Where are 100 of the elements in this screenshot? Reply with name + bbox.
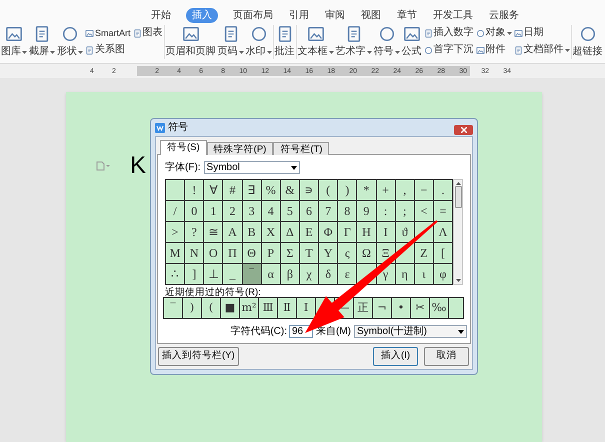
symbol-cell[interactable]: ∀ <box>204 180 224 201</box>
toolbar-button[interactable]: 图表 <box>132 27 163 39</box>
symbol-cell[interactable]: ∃ <box>242 180 262 201</box>
ribbon-tab[interactable]: 视图 <box>360 8 382 22</box>
toolbar-button[interactable]: 形状 <box>56 25 84 58</box>
toolbar-button[interactable]: 对象 <box>476 27 512 39</box>
ribbon-tab[interactable]: 引用 <box>288 8 310 22</box>
symbol-cell[interactable]: ∍ <box>300 180 320 201</box>
symbol-cell[interactable]: ( <box>319 180 338 201</box>
symbol-cell[interactable]: 7 <box>319 201 338 222</box>
toolbar-button[interactable]: SmartArt <box>85 27 131 39</box>
symbol-cell[interactable]: ε <box>338 264 358 285</box>
dialog-tab[interactable]: 符号栏(T) <box>273 142 330 155</box>
symbol-cell[interactable]: Ζ <box>414 243 434 264</box>
symbol-cell[interactable]: Φ <box>319 222 338 243</box>
symbol-cell[interactable]: ⊥ <box>204 264 224 285</box>
toolbar-button[interactable]: 超链接 <box>572 25 604 58</box>
symbol-cell[interactable]: χ <box>300 264 320 285</box>
symbol-cell[interactable]: * <box>357 180 376 201</box>
symbol-cell[interactable]: = <box>434 201 454 222</box>
dialog-tab[interactable]: 符号(S) <box>160 140 207 155</box>
symbol-cell[interactable]: 9 <box>357 201 376 222</box>
symbol-cell[interactable] <box>166 180 186 201</box>
symbol-cell[interactable]: > <box>166 222 186 243</box>
symbol-cell[interactable]: Θ <box>242 243 262 264</box>
symbol-cell[interactable]: β <box>280 264 300 285</box>
symbol-cell[interactable]: 5 <box>280 201 300 222</box>
symbol-cell[interactable]: , <box>396 180 415 201</box>
symbol-cell[interactable]: ( <box>202 298 221 318</box>
symbol-cell[interactable]: • <box>392 298 411 318</box>
scroll-thumb[interactable] <box>454 186 462 208</box>
symbol-cell[interactable]: Γ <box>338 222 358 243</box>
symbol-cell[interactable]: 8 <box>338 201 358 222</box>
symbol-cell[interactable]: / <box>166 201 186 222</box>
symbol-cell[interactable]: ) <box>183 298 202 318</box>
symbol-cell[interactable]: η <box>396 264 415 285</box>
symbol-cell[interactable]: # <box>223 180 243 201</box>
ribbon-tab[interactable]: 章节 <box>396 8 418 22</box>
font-dropdown[interactable]: Symbol <box>204 161 300 174</box>
symbol-cell[interactable]: Η <box>357 222 376 243</box>
symbol-cell[interactable]: ∴ <box>166 264 186 285</box>
symbol-cell[interactable]: ϑ <box>396 222 415 243</box>
toolbar-button[interactable]: 批注 <box>274 25 296 58</box>
symbol-cell[interactable]: ) <box>338 180 358 201</box>
symbol-cell[interactable]: Ω <box>357 243 376 264</box>
symbol-cell[interactable]: Ⅱ <box>278 298 297 318</box>
toolbar-button[interactable]: 符号 <box>372 25 401 58</box>
symbol-cell[interactable]: Μ <box>166 243 186 264</box>
symbol-cell[interactable]: δ <box>319 264 338 285</box>
symbol-cell[interactable]: < <box>414 201 434 222</box>
symbol-cell[interactable]: ≅ <box>204 222 224 243</box>
dialog-tab[interactable]: 特殊字符(P) <box>206 142 274 155</box>
symbol-cell[interactable]: − <box>414 180 434 201</box>
symbol-cell[interactable]: m² <box>240 298 259 318</box>
toolbar-button[interactable]: 页码 <box>216 25 245 58</box>
ribbon-tab[interactable]: 开始 <box>150 8 172 22</box>
symbol-cell[interactable]: Ρ <box>262 243 281 264</box>
toolbar-button[interactable]: 日期 <box>514 27 570 39</box>
symbol-cell[interactable]: ; <box>396 201 415 222</box>
symbol-cell[interactable]: Χ <box>262 222 281 243</box>
symbol-cell[interactable]: Ν <box>185 243 204 264</box>
dialog-button[interactable]: 插入到符号栏(Y) <box>158 347 239 366</box>
symbol-cell[interactable]: Σ <box>280 243 300 264</box>
symbol-cell[interactable]: _ <box>223 264 243 285</box>
symbol-cell[interactable]: 1 <box>204 201 224 222</box>
toolbar-button[interactable]: 截屏 <box>28 25 56 58</box>
symbol-cell[interactable]: ‰ <box>430 298 449 318</box>
symbol-cell[interactable]: 2 <box>223 201 243 222</box>
symbol-cell[interactable]: 正 <box>354 298 373 318</box>
dialog-button[interactable]: 插入(I) <box>373 347 418 366</box>
ribbon-tab[interactable]: 开发工具 <box>432 8 474 22</box>
symbol-cell[interactable]: . <box>434 180 454 201</box>
dialog-button[interactable]: 取消 <box>424 347 469 366</box>
symbol-cell[interactable]: ¬ <box>373 298 392 318</box>
symbol-cell[interactable]: Δ <box>280 222 300 243</box>
symbol-cell[interactable]: Β <box>242 222 262 243</box>
toolbar-button[interactable]: 文档部件 <box>514 44 570 56</box>
symbol-cell[interactable]: Π <box>223 243 243 264</box>
from-dropdown[interactable]: Symbol(十进制) <box>354 325 467 338</box>
toolbar-button[interactable]: 首字下沉 <box>424 44 474 56</box>
ribbon-tab[interactable]: 审阅 <box>324 8 346 22</box>
toolbar-button[interactable]: 图库 <box>0 25 28 58</box>
toolbar-button[interactable]: 附件 <box>476 44 512 56</box>
symbol-cell[interactable]: ! <box>185 180 204 201</box>
symbol-cell[interactable]: Υ <box>319 243 338 264</box>
symbol-cell[interactable]: Λ <box>434 222 454 243</box>
toolbar-button[interactable]: 公式 <box>400 25 423 58</box>
symbol-cell[interactable]: : <box>376 201 396 222</box>
toolbar-button[interactable]: 水印 <box>244 25 273 58</box>
symbol-cell[interactable]: % <box>262 180 281 201</box>
symbol-cell[interactable]: ? <box>185 222 204 243</box>
symbol-cell[interactable]: Ο <box>204 243 224 264</box>
ribbon-tab[interactable]: 页面布局 <box>232 8 274 22</box>
symbol-cell[interactable]: ι <box>414 264 434 285</box>
toolbar-button[interactable]: 艺术字 <box>334 25 373 58</box>
symbol-cell[interactable]: 3 <box>242 201 262 222</box>
symbol-cell[interactable]: Ε <box>300 222 320 243</box>
symbol-cell[interactable]: ✂ <box>411 298 430 318</box>
toolbar-button[interactable]: 页眉和页脚 <box>164 25 217 58</box>
toolbar-button[interactable]: 文本框 <box>296 25 335 58</box>
